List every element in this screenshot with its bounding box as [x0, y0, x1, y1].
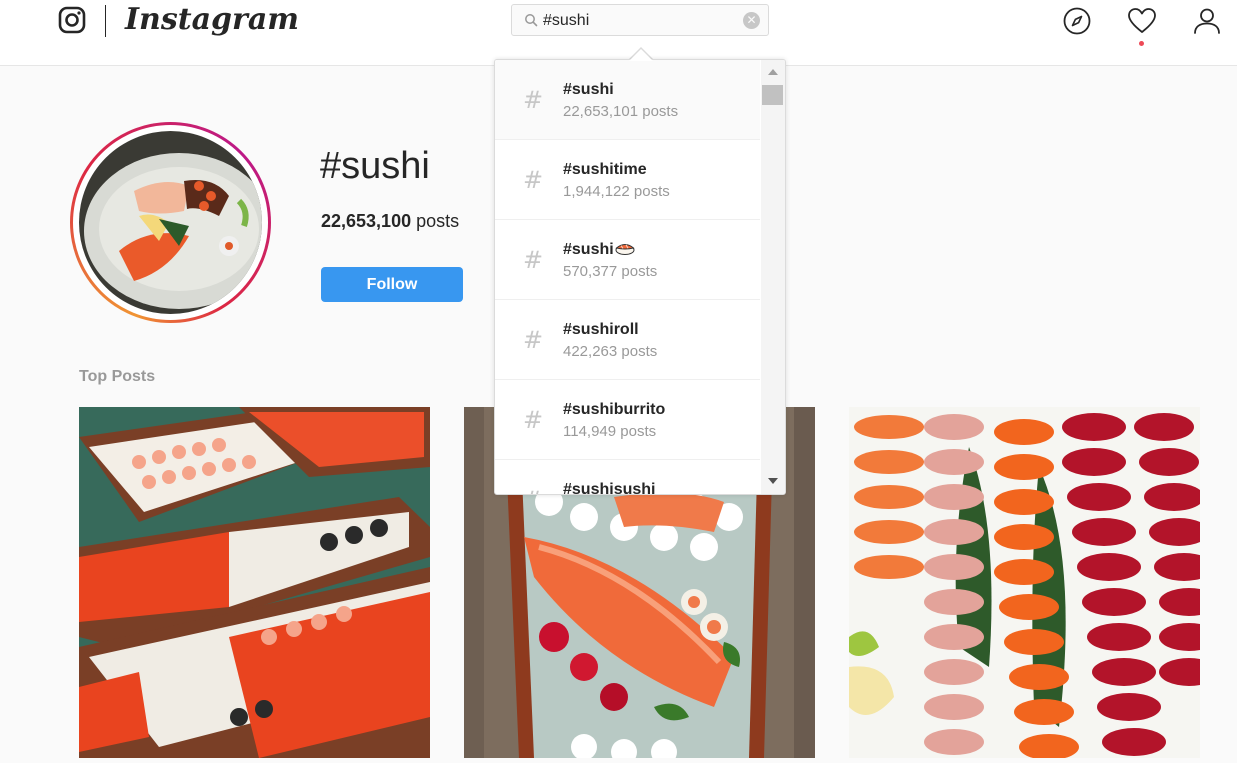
instagram-wordmark[interactable]: Instagram	[125, 2, 299, 37]
search-result-item[interactable]: # #sushiroll 422,263 posts	[495, 300, 760, 380]
scroll-down-arrow-icon[interactable]	[768, 478, 778, 484]
post-count-number: 22,653,100	[321, 211, 412, 231]
search-result-item[interactable]: # #sushisushi	[495, 460, 760, 495]
hashtag-icon: #	[523, 486, 543, 494]
search-box[interactable]: ✕	[511, 4, 769, 36]
search-results-dropdown: # #sushi 22,653,101 posts # #sushitime 1…	[494, 59, 786, 495]
result-post-count: 22,653,101 posts	[563, 103, 679, 120]
search-result-item[interactable]: # #sushi 22,653,101 posts	[495, 60, 760, 140]
search-result-item[interactable]: # #sushiburrito 114,949 posts	[495, 380, 760, 460]
hashtag-post-count: 22,653,100 posts	[321, 211, 459, 232]
result-post-count: 1,944,122 posts	[563, 183, 670, 200]
result-name: #sushi	[563, 81, 614, 98]
result-post-count: 422,263 posts	[563, 343, 658, 360]
result-name: #sushi	[563, 241, 614, 258]
search-result-item[interactable]: # #sushitime 1,944,122 posts	[495, 140, 760, 220]
hashtag-icon: #	[523, 326, 544, 354]
result-name: #sushitime	[563, 161, 647, 178]
hashtag-icon: #	[523, 166, 544, 194]
top-post-1-image	[79, 407, 430, 758]
heart-icon[interactable]	[1127, 6, 1157, 36]
top-post-3-image	[849, 407, 1200, 758]
result-name: #sushiroll	[563, 321, 639, 338]
hashtag-title: #sushi	[320, 145, 430, 187]
scroll-up-arrow-icon[interactable]	[768, 69, 778, 75]
logo-divider	[105, 5, 106, 37]
hashtag-icon: #	[523, 246, 544, 274]
top-posts-label: Top Posts	[79, 368, 156, 385]
activity-notification-dot	[1139, 41, 1144, 46]
hashtag-icon: #	[523, 86, 544, 114]
result-name-with-emoji: #sushi	[563, 241, 635, 259]
dropdown-caret-fill	[629, 49, 653, 61]
follow-button[interactable]: Follow	[321, 267, 463, 302]
search-results-list: # #sushi 22,653,101 posts # #sushitime 1…	[495, 60, 760, 495]
result-name: #sushisushi	[563, 481, 656, 495]
result-post-count: 570,377 posts	[563, 263, 658, 280]
profile-icon[interactable]	[1192, 6, 1222, 36]
compass-icon[interactable]	[1062, 6, 1092, 36]
result-name: #sushiburrito	[563, 401, 666, 418]
scrollbar-thumb[interactable]	[762, 85, 783, 105]
top-post-1[interactable]	[79, 407, 430, 758]
sushi-emoji-icon	[615, 244, 635, 255]
dropdown-scrollbar[interactable]	[761, 60, 785, 494]
result-post-count: 114,949 posts	[563, 423, 657, 440]
hashtag-avatar	[70, 122, 271, 323]
search-input[interactable]	[543, 10, 733, 32]
search-result-item[interactable]: # #sushi 570,377 posts	[495, 220, 760, 300]
instagram-camera-icon[interactable]	[58, 6, 86, 34]
top-nav-bar: Instagram ✕	[0, 0, 1237, 66]
top-post-3[interactable]	[849, 407, 1200, 758]
clear-search-icon[interactable]: ✕	[743, 12, 760, 29]
post-count-suffix: posts	[411, 211, 460, 231]
hashtag-icon: #	[523, 406, 544, 434]
search-icon	[525, 14, 538, 27]
hashtag-avatar-image	[79, 131, 262, 314]
